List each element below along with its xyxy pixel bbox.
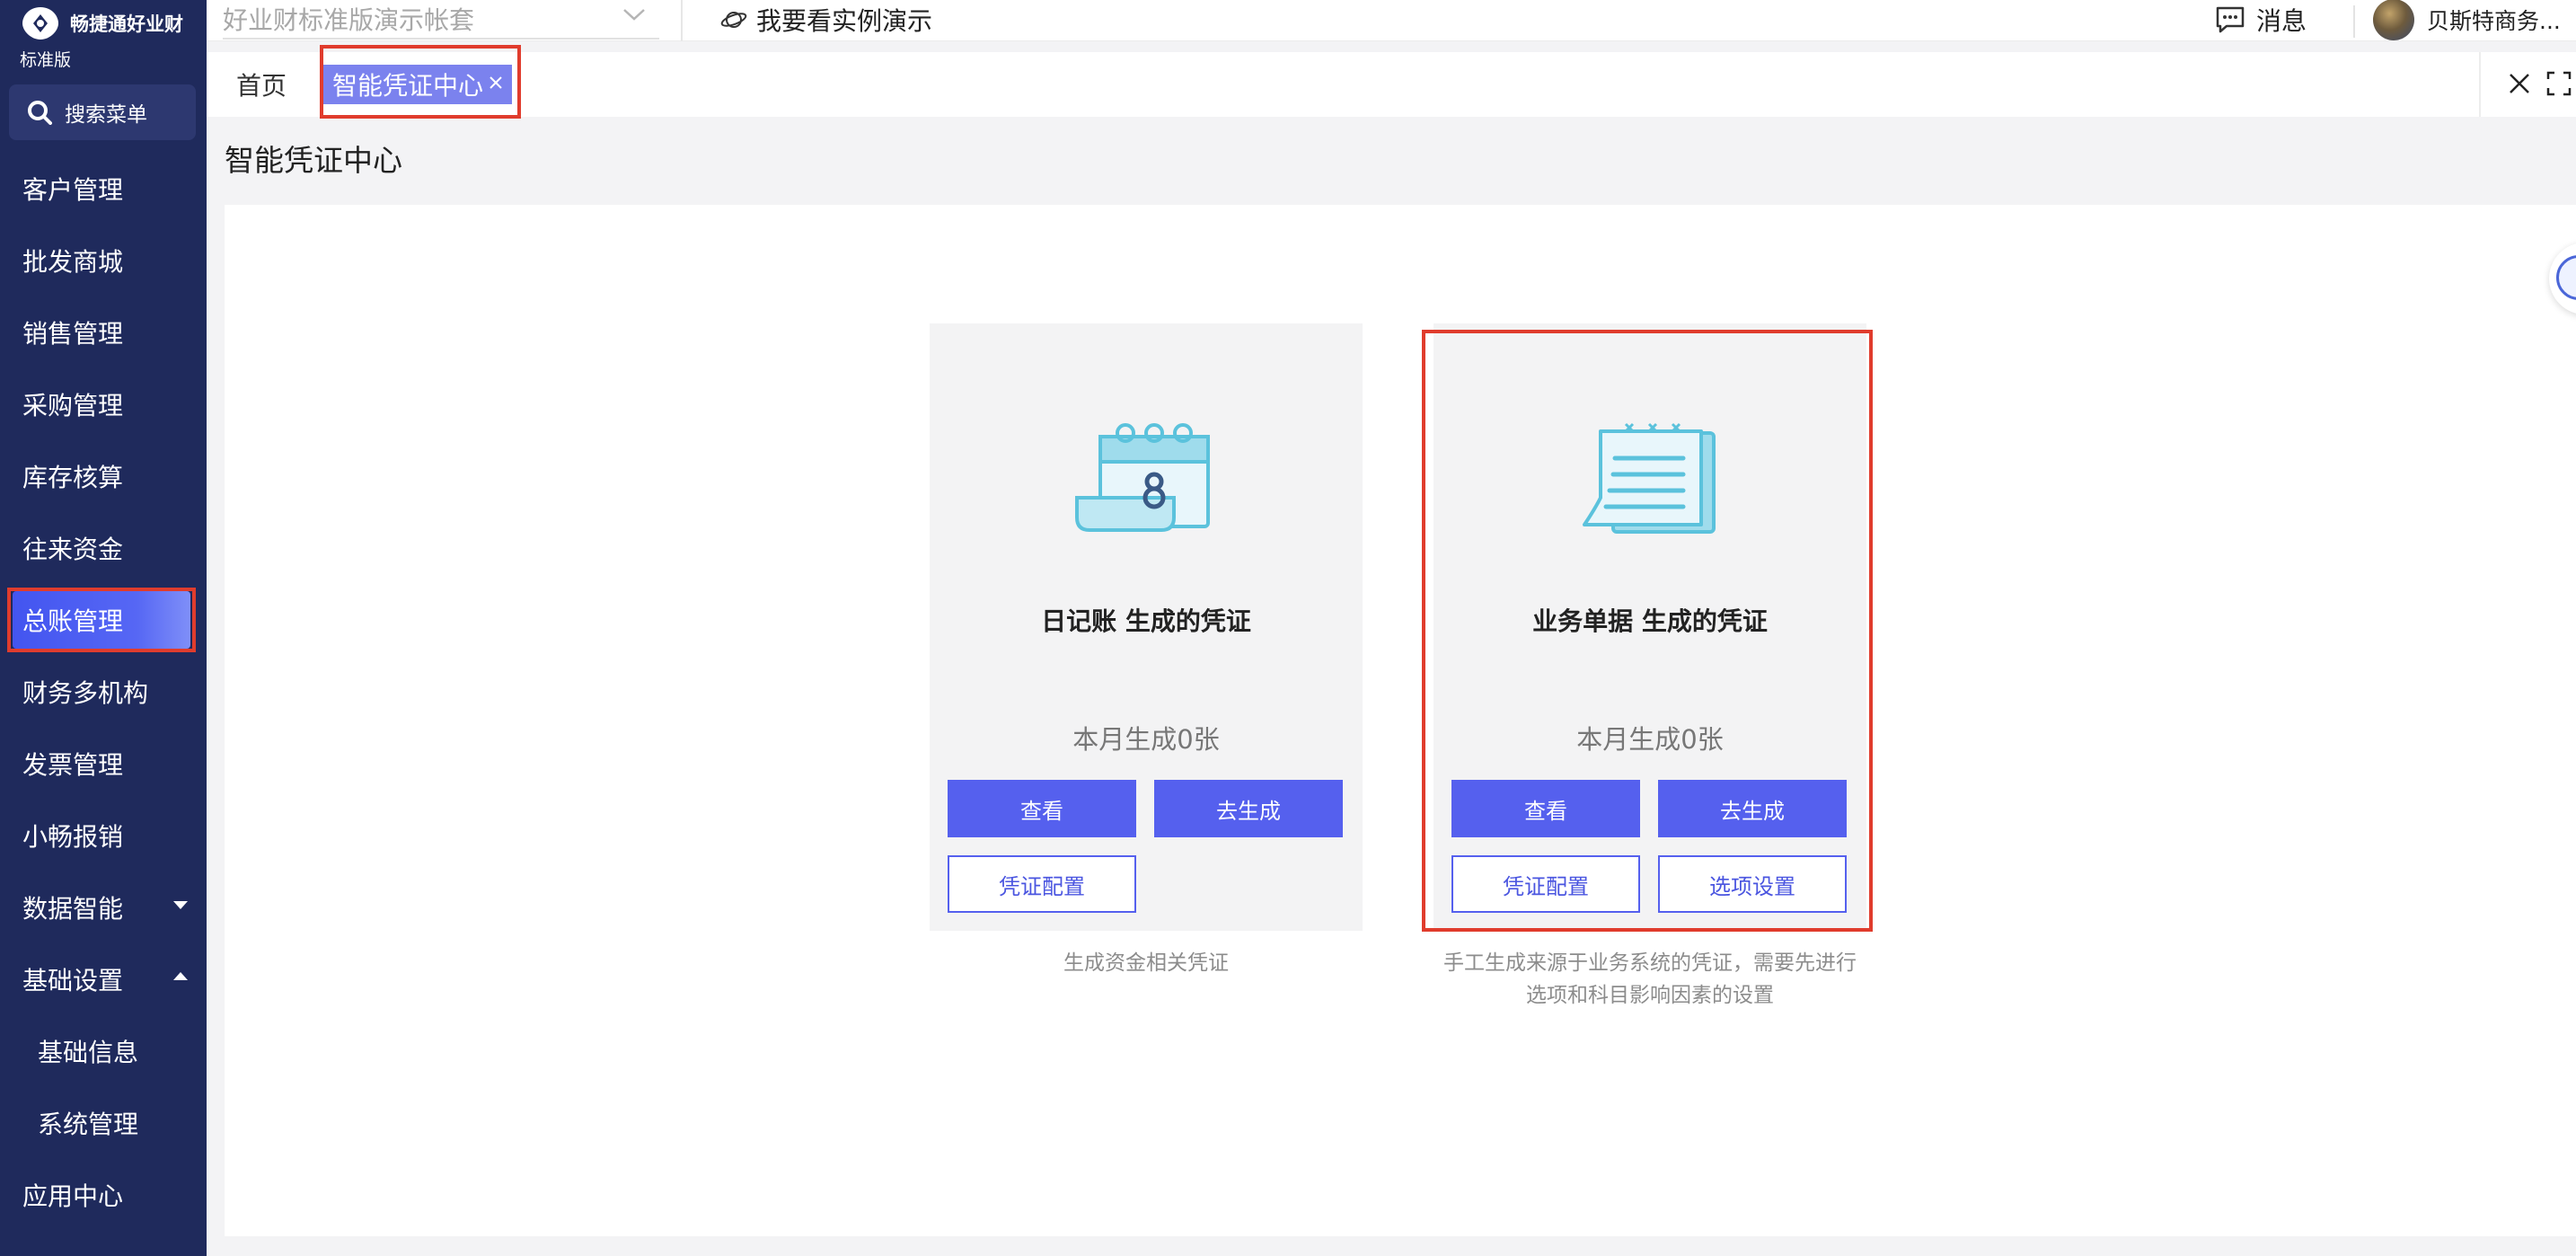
page-title: 智能凭证中心 (225, 143, 402, 178)
card-count: 本月生成0张 (1576, 724, 1724, 755)
sidebar-item-system-management[interactable]: 系统管理 (0, 1087, 207, 1159)
sidebar-item-data-intelligence[interactable]: 数据智能 (0, 871, 207, 943)
demo-link[interactable]: 我要看实例演示 (720, 0, 932, 40)
sidebar: 畅捷通好业财 标准版 搜索菜单 客户管理 批发商城 销售管理 采购管理 库存核算… (0, 0, 207, 1256)
sidebar-item-label: 批发商城 (22, 247, 124, 277)
message-icon (2216, 6, 2245, 33)
sidebar-item-general-ledger[interactable]: 总账管理 (0, 584, 207, 656)
brand-logo[interactable]: 畅捷通好业财 (20, 4, 183, 43)
logo-icon (22, 7, 58, 40)
sidebar-item-purchase[interactable]: 采购管理 (0, 368, 207, 440)
sidebar-item-reimburse[interactable]: 小畅报销 (0, 800, 207, 871)
sidebar-item-label: 小畅报销 (22, 822, 124, 852)
option-settings-button[interactable]: 选项设置 (1658, 855, 1847, 913)
generate-button[interactable]: 去生成 (1658, 780, 1847, 837)
sidebar-item-inventory[interactable]: 库存核算 (0, 440, 207, 512)
menu-search[interactable]: 搜索菜单 (9, 84, 196, 140)
messages-label: 消息 (2256, 6, 2307, 36)
demo-link-label: 我要看实例演示 (756, 6, 933, 36)
sidebar-item-basic-info[interactable]: 基础信息 (0, 1015, 207, 1087)
card-title: 业务单据 生成的凭证 (1532, 606, 1768, 636)
view-button[interactable]: 查看 (1451, 780, 1640, 837)
tab-smart-voucher-center[interactable]: 智能凭证中心 (323, 65, 512, 104)
chevron-down-icon (623, 9, 645, 21)
sidebar-item-funds[interactable]: 往来资金 (0, 512, 207, 584)
card-description: 生成资金相关凭证 (930, 947, 1363, 979)
voucher-config-button[interactable]: 凭证配置 (1451, 855, 1640, 913)
sidebar-item-label: 采购管理 (22, 391, 124, 420)
sidebar-item-customer[interactable]: 客户管理 (0, 153, 207, 225)
sidebar-item-label: 数据智能 (22, 894, 124, 924)
tab-close-icon[interactable] (487, 74, 505, 92)
assistant-icon (2556, 255, 2576, 300)
fullscreen-icon[interactable] (2545, 70, 2572, 97)
sidebar-item-label: 系统管理 (38, 1110, 139, 1139)
account-set-select[interactable]: 好业财标准版演示帐套 (223, 0, 659, 40)
card-description-line: 选项和科目影响因素的设置 (1526, 984, 1774, 1007)
sidebar-item-invoice[interactable]: 发票管理 (0, 728, 207, 800)
divider (2479, 52, 2481, 117)
sidebar-item-sales[interactable]: 销售管理 (0, 296, 207, 368)
voucher-config-button[interactable]: 凭证配置 (948, 855, 1136, 913)
caret-down-icon (173, 901, 188, 909)
planet-icon (720, 12, 747, 28)
top-bar: 好业财标准版演示帐套 我要看实例演示 消息 贝斯特商务... (207, 0, 2576, 41)
card-description-text: 生成资金相关凭证 (1063, 951, 1229, 975)
sidebar-item-label: 基础设置 (22, 966, 124, 995)
calendar-icon (1075, 423, 1210, 532)
account-set-placeholder: 好业财标准版演示帐套 (223, 5, 475, 35)
user-menu[interactable]: 贝斯特商务... (2373, 0, 2561, 40)
tab-label: 智能凭证中心 (332, 71, 484, 101)
divider (2353, 5, 2355, 38)
sidebar-item-label: 财务多机构 (22, 678, 149, 708)
edition-label: 标准版 (20, 50, 72, 70)
sidebar-item-label: 基础信息 (38, 1038, 139, 1067)
sidebar-item-multi-org[interactable]: 财务多机构 (0, 656, 207, 728)
sidebar-item-wholesale[interactable]: 批发商城 (0, 225, 207, 296)
sidebar-item-basic-settings[interactable]: 基础设置 (0, 943, 207, 1015)
menu-search-label: 搜索菜单 (65, 103, 147, 127)
sidebar-item-label: 发票管理 (22, 750, 124, 780)
user-name: 贝斯特商务... (2427, 8, 2561, 34)
avatar (2373, 0, 2414, 40)
card-count: 本月生成0张 (1072, 724, 1220, 755)
sidebar-item-label: 应用中心 (22, 1181, 124, 1211)
sidebar-item-app-center[interactable]: 应用中心 (0, 1159, 207, 1231)
business-doc-voucher-card: 业务单据 生成的凭证 本月生成0张 查看 去生成 凭证配置 选项设置 (1434, 323, 1866, 931)
generate-button[interactable]: 去生成 (1154, 780, 1343, 837)
caret-up-icon (173, 972, 188, 980)
search-icon (28, 101, 52, 125)
sidebar-item-label: 往来资金 (22, 535, 124, 564)
view-button[interactable]: 查看 (948, 780, 1136, 837)
card-title: 日记账 生成的凭证 (1041, 606, 1251, 636)
messages-button[interactable]: 消息 (2215, 0, 2307, 40)
close-all-tabs-icon[interactable] (2506, 70, 2533, 97)
sidebar-menu: 客户管理 批发商城 销售管理 采购管理 库存核算 往来资金 总账管理 财务多机构… (0, 153, 207, 1231)
sidebar-item-label: 销售管理 (22, 319, 124, 349)
card-description: 手工生成来源于业务系统的凭证，需要先进行 选项和科目影响因素的设置 (1416, 947, 1884, 1012)
document-icon (1583, 422, 1716, 534)
journal-voucher-card: 日记账 生成的凭证 本月生成0张 查看 去生成 凭证配置 (930, 323, 1363, 931)
divider (681, 0, 683, 41)
highlight-box (7, 588, 196, 652)
main-content (225, 205, 2576, 1236)
tab-home[interactable]: 首页 (221, 52, 302, 117)
sidebar-item-label: 客户管理 (22, 175, 124, 205)
sidebar-item-label: 库存核算 (22, 463, 124, 492)
brand-name: 畅捷通好业财 (70, 13, 183, 35)
card-description-line: 手工生成来源于业务系统的凭证，需要先进行 (1443, 951, 1857, 975)
tab-bar: 首页 智能凭证中心 (207, 45, 2576, 119)
